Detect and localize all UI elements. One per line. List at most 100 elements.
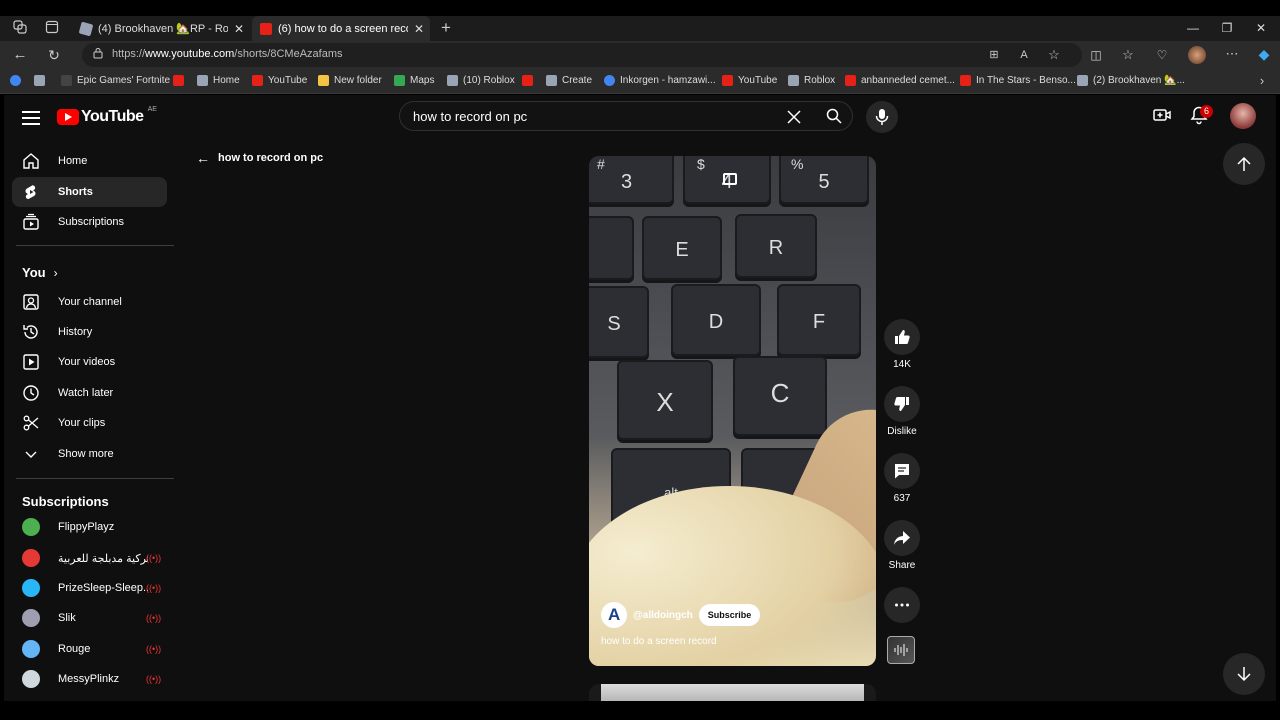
next-short-preview[interactable] xyxy=(589,684,876,701)
sidebar-item-subscriptions[interactable]: Subscriptions xyxy=(12,207,167,237)
live-indicator-icon: ((•)) xyxy=(146,553,162,563)
bookmark-item[interactable]: Epic Games' Fortnite xyxy=(61,75,170,86)
search-box[interactable]: how to record on pc xyxy=(399,101,853,131)
favorites-icon[interactable]: ☆ xyxy=(1120,47,1136,63)
bookmark-item[interactable]: YouTube xyxy=(252,75,307,86)
bookmark-item[interactable]: New folder xyxy=(318,75,382,86)
sidebar-item-label: Your clips xyxy=(58,417,106,429)
share-button[interactable] xyxy=(884,520,920,556)
app-available-icon[interactable]: ⊞ xyxy=(986,47,1002,63)
channel-avatar[interactable] xyxy=(601,602,627,628)
search-input[interactable]: how to record on pc xyxy=(413,109,527,124)
bookmark-label: YouTube xyxy=(738,75,778,86)
short-video-player[interactable]: #3 $4 %5 E R S D F X C alt @alldoingch S… xyxy=(589,156,876,666)
workspaces-icon[interactable] xyxy=(12,20,28,36)
tab-title: (4) Brookhaven 🏡RP - Roblox xyxy=(98,23,228,35)
like-button[interactable] xyxy=(884,319,920,355)
subscription-item[interactable]: Slik ((•)) xyxy=(12,603,167,633)
short-title[interactable]: how to do a screen record xyxy=(601,636,717,647)
subscription-item[interactable]: MessyPlinkz ((•)) xyxy=(12,664,167,694)
next-short-button[interactable] xyxy=(1223,653,1265,695)
minimize-icon[interactable]: — xyxy=(1176,16,1210,41)
clear-search-icon[interactable] xyxy=(786,105,802,131)
bookmark-item[interactable]: YouTube xyxy=(722,75,777,86)
maximize-icon[interactable]: ❐ xyxy=(1210,16,1244,41)
refresh-icon[interactable]: ↻ xyxy=(46,47,62,63)
menu-icon[interactable] xyxy=(22,111,40,125)
bookmark-item[interactable]: Create xyxy=(546,75,592,86)
more-menu-icon[interactable]: ⋯ xyxy=(1224,46,1240,62)
sidebar-item-channel[interactable]: Your channel xyxy=(12,287,167,317)
subscribe-button[interactable]: Subscribe xyxy=(698,604,761,626)
sidebar-item-scissors[interactable]: Your clips xyxy=(12,408,167,438)
subscription-item[interactable]: ـم تركية مدبلجة للعربية((•)) xyxy=(12,543,167,573)
account-avatar[interactable] xyxy=(1230,103,1256,129)
bookmark-item[interactable] xyxy=(10,75,26,86)
live-indicator-icon: ((•)) xyxy=(146,674,162,684)
subscription-item[interactable]: PrizeSleep-Sleep... ((•)) xyxy=(12,573,167,603)
bookmark-item[interactable] xyxy=(522,75,538,86)
bookmark-item[interactable]: (10) Roblox xyxy=(447,75,515,86)
url-path: /shorts/8CMeAzafams xyxy=(234,48,343,60)
favorite-star-icon[interactable]: ☆ xyxy=(1046,47,1062,63)
site-info-icon[interactable] xyxy=(90,47,106,63)
sidebar-item-your-videos[interactable]: Your videos xyxy=(12,347,167,377)
sound-source-button[interactable] xyxy=(887,636,915,664)
tab-actions-icon[interactable] xyxy=(44,20,60,36)
youtube-logo[interactable]: YouTube AE xyxy=(57,106,157,126)
split-screen-icon[interactable]: ◫ xyxy=(1088,47,1104,63)
close-tab-icon[interactable]: ✕ xyxy=(414,22,424,36)
google-icon xyxy=(10,75,21,86)
sidebar-item-shorts[interactable]: Shorts xyxy=(12,177,167,207)
back-icon[interactable]: ← xyxy=(12,47,28,63)
youtube-icon xyxy=(252,75,263,86)
logo-text: YouTube xyxy=(81,108,144,125)
bookmark-item[interactable]: Inkorgen - hamzawi... xyxy=(604,75,716,86)
search-button[interactable] xyxy=(814,102,854,130)
browser-essentials-icon[interactable]: ♡ xyxy=(1154,47,1170,63)
you-heading[interactable]: You › xyxy=(22,265,58,280)
copilot-icon[interactable]: ◆ xyxy=(1256,46,1272,62)
channel-handle[interactable]: @alldoingch xyxy=(633,610,693,621)
home-icon xyxy=(22,152,40,170)
bookmark-item[interactable] xyxy=(173,75,189,86)
bookmark-item[interactable]: (2) Brookhaven 🏡... xyxy=(1077,75,1185,86)
subscription-item[interactable]: Rouge ((•)) xyxy=(12,634,167,664)
url-field[interactable]: https://www.youtube.com/shorts/8CMeAzafa… xyxy=(82,43,1082,67)
voice-search-button[interactable] xyxy=(866,101,898,133)
profile-avatar[interactable] xyxy=(1188,46,1206,64)
subscriptions-icon xyxy=(22,213,40,231)
notification-badge: 6 xyxy=(1200,105,1214,118)
create-button[interactable] xyxy=(1152,105,1174,127)
new-tab-icon[interactable]: + xyxy=(438,19,454,36)
more-actions-button[interactable] xyxy=(884,587,920,623)
sidebar-item-history[interactable]: History xyxy=(12,317,167,347)
epic-icon xyxy=(61,75,72,86)
comments-button[interactable] xyxy=(884,453,920,489)
previous-short-button[interactable] xyxy=(1223,143,1265,185)
bookmark-item[interactable]: Roblox xyxy=(788,75,835,86)
key-5: % 5 xyxy=(779,156,869,204)
bookmark-item[interactable]: Home xyxy=(197,75,240,86)
bookmark-label: anbanneded cemet... xyxy=(861,75,955,86)
subscription-item[interactable]: FlippyPlayz xyxy=(12,512,167,542)
roblox-icon xyxy=(788,75,799,86)
bookmark-item[interactable]: In The Stars - Benso... xyxy=(960,75,1076,86)
sidebar-item-watch-later[interactable]: Watch later xyxy=(12,378,167,408)
arrow-left-icon: ← xyxy=(196,150,210,166)
bookmark-item[interactable]: anbanneded cemet... xyxy=(845,75,955,86)
tab-brookhaven[interactable]: (4) Brookhaven 🏡RP - Roblox ✕ xyxy=(72,16,250,41)
read-aloud-icon[interactable]: A xyxy=(1016,47,1032,63)
dislike-button[interactable] xyxy=(884,386,920,422)
sidebar-item-chevron-down[interactable]: Show more xyxy=(12,439,167,469)
bookmarks-overflow-icon[interactable]: › xyxy=(1254,73,1270,89)
picture-in-picture-icon[interactable] xyxy=(723,173,737,185)
close-tab-icon[interactable]: ✕ xyxy=(234,22,244,36)
bookmark-item[interactable]: Maps xyxy=(394,75,434,86)
sidebar-item-home[interactable]: Home xyxy=(12,146,167,176)
close-window-icon[interactable]: ✕ xyxy=(1244,16,1278,41)
tab-youtube-short[interactable]: (6) how to do a screen record - YouTube … xyxy=(252,16,430,41)
sidebar-item-label: Home xyxy=(58,155,88,167)
back-to-search[interactable]: ← how to record on pc xyxy=(196,150,323,166)
bookmark-item[interactable] xyxy=(34,75,50,86)
